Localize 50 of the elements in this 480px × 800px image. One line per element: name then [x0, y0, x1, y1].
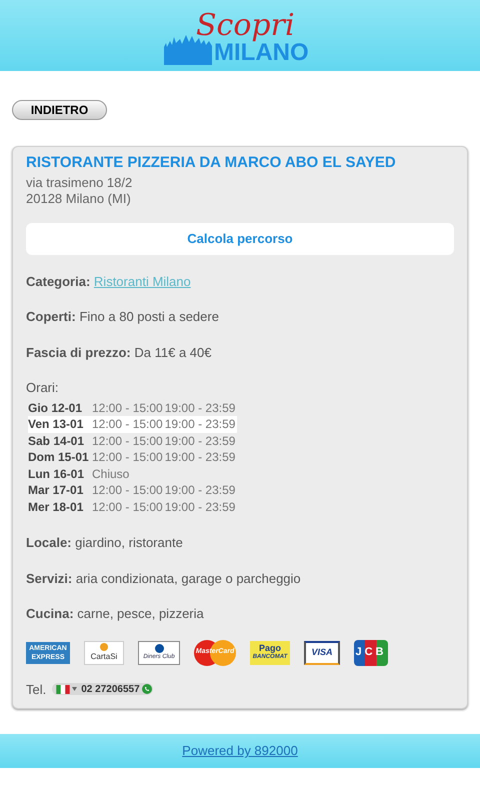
- logo-script: Scopri: [196, 7, 295, 43]
- detail-value: Da 11€ a 40€: [134, 344, 212, 360]
- day-label: Mar 17-01: [28, 482, 84, 498]
- time-slot: 19:00 - 23:59: [164, 416, 238, 432]
- phone-number: 02 27206557: [81, 682, 140, 697]
- time-slot: Chiuso: [92, 466, 132, 482]
- time-slot: 19:00 - 23:59: [164, 400, 238, 416]
- time-slot: 12:00 - 15:00: [92, 482, 165, 498]
- detail-value: aria condizionata, garage o parcheggio: [76, 570, 301, 586]
- address-line: via trasimeno 18/2: [26, 174, 134, 190]
- cartasi-logo: CartaSi: [84, 640, 124, 664]
- detail-label: Coperti:: [26, 309, 76, 324]
- phone-icon: [142, 684, 152, 694]
- time-slot: 19:00 - 23:59: [164, 482, 238, 498]
- detail-label: Cucina:: [26, 606, 74, 621]
- powered-by-link[interactable]: Powered by 892000: [182, 741, 298, 761]
- time-slot: 19:00 - 23:59: [164, 498, 238, 515]
- detail-value: giardino, ristorante: [75, 535, 183, 550]
- hours-label: Orari:: [26, 379, 60, 397]
- time-slot: 19:00 - 23:59: [164, 432, 238, 449]
- back-button[interactable]: INDIETRO: [12, 100, 107, 120]
- detail-label: Categoria:: [26, 274, 90, 288]
- detail-value: carne, pesce, pizzeria: [77, 606, 204, 621]
- time-slot: 12:00 - 15:00: [92, 449, 165, 466]
- day-label: Dom 15-01: [28, 449, 90, 466]
- logo-word: MILANO: [214, 40, 309, 66]
- day-label: Mer 18-01: [28, 498, 84, 515]
- route-button[interactable]: Calcola percorso: [26, 222, 454, 254]
- detail-value: Fino a 80 posti a sedere: [79, 309, 219, 324]
- time-slot: 12:00 - 15:00: [92, 432, 165, 449]
- caret-icon: [72, 687, 78, 692]
- day-label: Sab 14-01: [28, 432, 86, 449]
- phone-label: Tel.: [26, 680, 46, 698]
- restaurant-name: RISTORANTE PIZZERIA DA MARCO ABO EL SAYED: [26, 153, 397, 173]
- italy-flag-icon: [56, 684, 70, 694]
- detail-label: Fascia di prezzo:: [26, 344, 131, 360]
- time-slot: 19:00 - 23:59: [164, 449, 238, 466]
- day-label: Gio 12-01: [28, 400, 84, 416]
- detail-label: Servizi:: [26, 570, 72, 586]
- category-link[interactable]: Ristoranti Milano: [94, 274, 191, 288]
- day-label: Ven 13-01: [28, 416, 92, 432]
- detail-label: Locale:: [26, 535, 72, 550]
- time-slot: 12:00 - 15:00: [92, 498, 165, 515]
- address-line: 20128 Milano (MI): [26, 190, 132, 206]
- phone-field[interactable]: 02 27206557: [52, 683, 153, 696]
- day-label: Lun 16-01: [28, 466, 86, 482]
- jcb-logo: JCB: [354, 640, 388, 666]
- time-slot: 12:00 - 15:00: [92, 400, 165, 416]
- time-slot: 12:00 - 15:00: [92, 416, 165, 432]
- visa-logo: VISA: [304, 640, 340, 664]
